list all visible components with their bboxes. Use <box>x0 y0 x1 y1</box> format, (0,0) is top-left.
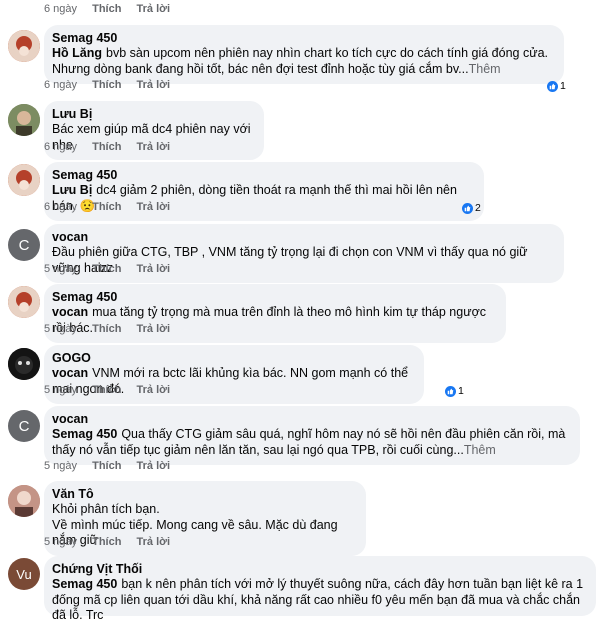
like-button[interactable]: Thích <box>92 384 121 396</box>
mention-link[interactable]: Semag 450 <box>52 577 117 591</box>
comment-text-line: Khỏi phân tích bạn. <box>52 502 160 516</box>
comment-bubble: Chứng Vịt Thối Semag 450 bạn k nên phân t… <box>44 556 596 622</box>
like-button[interactable]: Thích <box>92 3 121 15</box>
avatar-image <box>8 348 40 380</box>
comment-author[interactable]: Semag 450 <box>52 168 474 183</box>
reply-button[interactable]: Trả lời <box>137 323 171 335</box>
comment-actions: 5 ngày Thích Trả lời <box>44 460 182 472</box>
see-more-link[interactable]: Thêm <box>469 62 501 76</box>
avatar[interactable] <box>8 30 40 62</box>
timestamp: 5 ngày <box>44 263 78 275</box>
reply-button[interactable]: Trả lời <box>137 79 171 91</box>
comment-actions: 5 ngày Thích Trả lời <box>44 323 182 335</box>
avatar-image <box>8 164 40 196</box>
thumbs-up-icon <box>547 80 558 92</box>
avatar[interactable] <box>8 164 40 196</box>
comment-author[interactable]: vocan <box>52 230 554 245</box>
comment-bubble: vocan Semag 450 Qua thấy CTG giảm sâu quá… <box>44 406 580 465</box>
timestamp: 5 ngày <box>44 384 78 396</box>
like-button[interactable]: Thích <box>92 323 121 335</box>
timestamp: 6 ngày <box>44 3 78 15</box>
like-button[interactable]: Thích <box>92 201 121 213</box>
comment-text: Semag 450 bạn k nên phân tích với mở lý t… <box>52 577 584 622</box>
comment-actions: 5 ngày Thích Trả lời <box>44 536 182 548</box>
reply-button[interactable]: Trả lời <box>137 141 171 153</box>
avatar-image <box>8 104 40 136</box>
reply-button[interactable]: Trả lời <box>137 384 171 396</box>
avatar-image <box>8 30 40 62</box>
comment-actions: 5 ngày Thích Trả lời <box>44 263 182 275</box>
comment-bubble: Semag 450 Hồ Lăng bvb sàn upcom nên phiên… <box>44 25 564 84</box>
like-button[interactable]: Thích <box>92 141 121 153</box>
reaction-count[interactable]: 2 <box>462 202 481 214</box>
mention-link[interactable]: vocan <box>52 366 88 380</box>
reaction-count[interactable]: 1 <box>445 385 464 397</box>
avatar-image <box>8 286 40 318</box>
comment-text: Hồ Lăng bvb sàn upcom nên phiên nay nhìn … <box>52 46 549 76</box>
avatar-image <box>8 485 40 517</box>
see-more-link[interactable]: Thêm <box>464 443 496 457</box>
timestamp: 6 ngày <box>44 201 78 213</box>
reaction-count[interactable]: 1 <box>547 80 566 92</box>
avatar[interactable] <box>8 348 40 380</box>
reply-button[interactable]: Trả lời <box>137 263 171 275</box>
thumbs-up-icon <box>462 202 473 214</box>
mention-link[interactable]: Lưu Bị <box>52 183 92 197</box>
like-button[interactable]: Thích <box>92 263 121 275</box>
comment-actions: 6 ngày Thích Trả lời <box>44 141 182 153</box>
avatar[interactable]: Vu <box>8 558 40 590</box>
avatar-initial: C <box>18 236 30 254</box>
timestamp: 5 ngày <box>44 536 78 548</box>
avatar[interactable]: C <box>8 410 40 442</box>
comment-author[interactable]: Semag 450 <box>52 31 554 46</box>
comment-actions-top: 6 ngày Thích Trả lời <box>44 3 182 15</box>
comment-actions: 6 ngày Thích Trả lời <box>44 201 182 213</box>
avatar-initial: C <box>18 417 30 435</box>
mention-link[interactable]: vocan <box>52 305 88 319</box>
timestamp: 6 ngày <box>44 79 78 91</box>
mention-link[interactable]: Hồ Lăng <box>52 46 102 60</box>
timestamp: 5 ngày <box>44 460 78 472</box>
mention-link[interactable]: Semag 450 <box>52 427 117 441</box>
reply-button[interactable]: Trả lời <box>137 460 171 472</box>
comment-author[interactable]: Semag 450 <box>52 290 496 305</box>
comment-author[interactable]: vocan <box>52 412 570 427</box>
reply-button[interactable]: Trả lời <box>137 201 171 213</box>
avatar[interactable]: C <box>8 229 40 261</box>
comment-actions: 6 ngày Thích Trả lời <box>44 79 182 91</box>
like-button[interactable]: Thích <box>92 460 121 472</box>
comment-author[interactable]: Lưu Bị <box>52 107 254 122</box>
reply-button[interactable]: Trả lời <box>137 3 171 15</box>
avatar[interactable] <box>8 286 40 318</box>
comment-author[interactable]: Chứng Vịt Thối <box>52 562 586 577</box>
avatar[interactable] <box>8 104 40 136</box>
timestamp: 5 ngày <box>44 323 78 335</box>
like-button[interactable]: Thích <box>92 536 121 548</box>
like-button[interactable]: Thích <box>92 79 121 91</box>
comment-author[interactable]: Văn Tô <box>52 487 356 502</box>
avatar[interactable] <box>8 485 40 517</box>
reply-button[interactable]: Trả lời <box>137 536 171 548</box>
avatar-initial: Vu <box>16 566 32 582</box>
comment-author[interactable]: GOGO <box>52 351 414 366</box>
comment-actions: 5 ngày Thích Trả lời <box>44 384 182 396</box>
thumbs-up-icon <box>445 385 456 397</box>
comment-text: Semag 450 Qua thấy CTG giảm sâu quá, nghĩ… <box>52 427 566 457</box>
timestamp: 6 ngày <box>44 141 78 153</box>
